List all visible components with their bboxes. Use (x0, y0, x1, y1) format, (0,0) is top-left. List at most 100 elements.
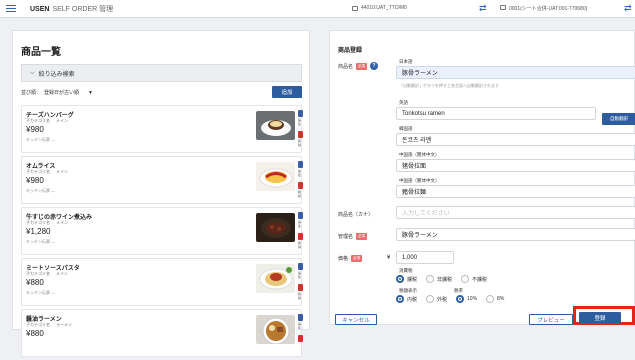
trash-icon[interactable] (298, 284, 303, 291)
product-list: チーズハンバーグ 子カテゴリ名 メイン ¥980 キッチン伝票 ― 編集 削除 オ… (21, 105, 303, 360)
product-form-panel: 商品登録 商品名 必須 ? 日本語 豚骨ラーメン 「自動翻訳」ボタンを押すと各言… (329, 30, 635, 325)
edit-icon[interactable] (298, 263, 303, 270)
auto-translate-hint: 「自動翻訳」ボタンを押すと各言語へ自動翻訳されます (399, 83, 499, 88)
tax-option-exempt[interactable]: 非課税 (426, 275, 452, 283)
item-photo (256, 111, 295, 140)
item-photo (256, 162, 295, 191)
tax-options: 課税 非課税 不課税 (396, 275, 487, 283)
auto-translate-button[interactable]: 自動翻訳 (602, 113, 635, 125)
trash-icon[interactable] (298, 233, 303, 240)
preview-button[interactable]: プレビュー (529, 314, 573, 325)
japanese-name-field[interactable]: 豚骨ラーメン (396, 66, 635, 79)
required-badge: 必須 (356, 233, 368, 240)
list-item[interactable]: 醤油ラーメン 子カテゴリ名 ラーメン ¥880 編集 (21, 309, 303, 357)
item-price: ¥880 (26, 329, 44, 338)
radio-selected-icon (396, 275, 404, 283)
filter-toggle[interactable]: ⌵ 絞り込み検索 (21, 64, 302, 82)
item-kitchen: キッチン伝票 ― (26, 290, 56, 295)
item-category-value: メイン (56, 169, 68, 174)
tax-display-inclusive[interactable]: 内税 (396, 295, 417, 303)
chinese-traditional-field[interactable]: 豬骨拉麵 (396, 185, 635, 198)
top-bar: USEN SELF ORDER 管理 44010:UAT_TTO/M0 ⇄ 000… (0, 0, 635, 18)
edit-icon[interactable] (298, 110, 303, 117)
brand-main: USEN (30, 5, 50, 13)
item-subcategory-label: 子カテゴリ名 (26, 322, 50, 327)
kana-field[interactable]: 入力してください (396, 206, 635, 219)
item-photo (256, 213, 295, 242)
sort-value: 登録日が古い順 (44, 90, 80, 96)
trash-icon[interactable] (298, 131, 303, 138)
product-name-label: 商品名 必須 ? (338, 62, 379, 70)
menu-icon[interactable] (6, 5, 16, 12)
list-item[interactable]: 牛すじの赤ワイン煮込み 子カテゴリ名 メイン ¥1,280 キッチン伝票 ― 編集… (21, 207, 303, 255)
edit-icon[interactable] (298, 212, 303, 219)
tax-option-nontaxable[interactable]: 不課税 (461, 275, 487, 283)
edit-label: 編集 (298, 220, 302, 228)
tax-rate-label: 税率 (454, 288, 463, 293)
switch-shop-icon[interactable]: ⇄ (624, 3, 632, 14)
shop-info: 0001(シート合併-UAT:001-770680) (500, 5, 587, 12)
item-actions: 編集 削除 (298, 263, 303, 300)
tax-rate-10[interactable]: 10% (456, 295, 477, 303)
tax-display-option-label: 外税 (437, 296, 448, 303)
trash-icon[interactable] (298, 182, 303, 189)
item-price: ¥980 (26, 125, 44, 134)
kana-label: 商品名（カナ） (338, 212, 374, 218)
tax-option-taxable[interactable]: 課税 (396, 275, 417, 283)
management-name-field[interactable]: 豚骨ラーメン (396, 228, 635, 241)
management-name-text: 管理名 (338, 234, 354, 240)
korean-name-field[interactable]: 돈코츠 라멘 (396, 133, 635, 146)
tax-option-label: 課税 (407, 276, 418, 283)
item-photo (256, 315, 295, 344)
tax-display-options: 内税 外税 10% 8% (396, 295, 504, 303)
brand-sub: SELF ORDER 管理 (52, 5, 114, 13)
list-item[interactable]: チーズハンバーグ 子カテゴリ名 メイン ¥980 キッチン伝票 ― 編集 削除 (21, 105, 303, 153)
price-field[interactable]: 1,000 (396, 251, 454, 264)
item-category-value: メイン (56, 220, 68, 225)
item-actions: 編集 削除 (298, 161, 303, 198)
delete-label: 削除 (298, 292, 302, 300)
item-price: ¥1,280 (26, 227, 51, 236)
list-item[interactable]: ミートソースパスタ 子カテゴリ名 メイン ¥880 キッチン伝票 ― 編集 削除 (21, 258, 303, 306)
edit-icon[interactable] (298, 161, 303, 168)
switch-store-icon[interactable]: ⇄ (479, 3, 487, 14)
item-category: 子カテゴリ名 メイン (26, 169, 68, 175)
shop-name: 0001(シート合併-UAT:001-770680) (509, 6, 588, 12)
required-badge: 必須 (351, 255, 363, 262)
radio-icon (426, 295, 435, 303)
delete-label: 削除 (298, 241, 302, 249)
radio-icon (426, 275, 435, 283)
sort-select[interactable]: 並び順： 登録日が古い順 ▼ (21, 89, 93, 97)
edit-icon[interactable] (298, 314, 303, 321)
item-category: 子カテゴリ名 メイン (26, 271, 68, 277)
store-info: 44010:UAT_TTO/M0 (352, 5, 407, 11)
trash-icon[interactable] (298, 335, 303, 342)
add-button[interactable]: 追加 (272, 86, 302, 98)
tax-rate-8[interactable]: 8% (486, 295, 504, 303)
store-id: 44010:UAT_TTO/M0 (361, 5, 407, 11)
item-kitchen: キッチン伝票 ― (26, 188, 56, 193)
english-name-field[interactable]: Tonkotsu ramen (396, 107, 596, 120)
tax-display-label: 税額表示 (399, 288, 417, 293)
tax-option-label: 非課税 (437, 276, 453, 283)
chevron-down-icon: ⌵ (30, 69, 35, 76)
required-badge: 必須 (356, 62, 368, 70)
caret-down-icon: ▼ (88, 89, 93, 96)
item-actions: 編集 削除 (298, 212, 303, 249)
item-category: 子カテゴリ名 メイン (26, 220, 68, 226)
chinese-simplified-field[interactable]: 猪骨拉面 (396, 159, 635, 172)
cancel-button[interactable]: キャンセル (335, 314, 377, 325)
item-actions: 編集 削除 (298, 110, 303, 147)
item-kitchen: キッチン伝票 ― (26, 137, 56, 142)
tax-display-exclusive[interactable]: 外税 (426, 295, 447, 303)
edit-label: 編集 (298, 322, 302, 330)
tax-rate-option-label: 8% (497, 296, 505, 302)
help-icon[interactable]: ? (370, 62, 379, 70)
page-title: 商品一覧 (21, 47, 61, 58)
radio-selected-icon (456, 295, 465, 303)
product-name-text: 商品名 (338, 63, 354, 70)
item-category-value: ラーメン (56, 322, 72, 327)
save-button[interactable]: 登録 (579, 312, 621, 323)
list-item[interactable]: オムライス 子カテゴリ名 メイン ¥980 キッチン伝票 ― 編集 削除 (21, 156, 303, 204)
product-list-panel: 商品一覧 ⌵ 絞り込み検索 並び順： 登録日が古い順 ▼ 追加 チーズハンバーグ… (12, 30, 310, 357)
